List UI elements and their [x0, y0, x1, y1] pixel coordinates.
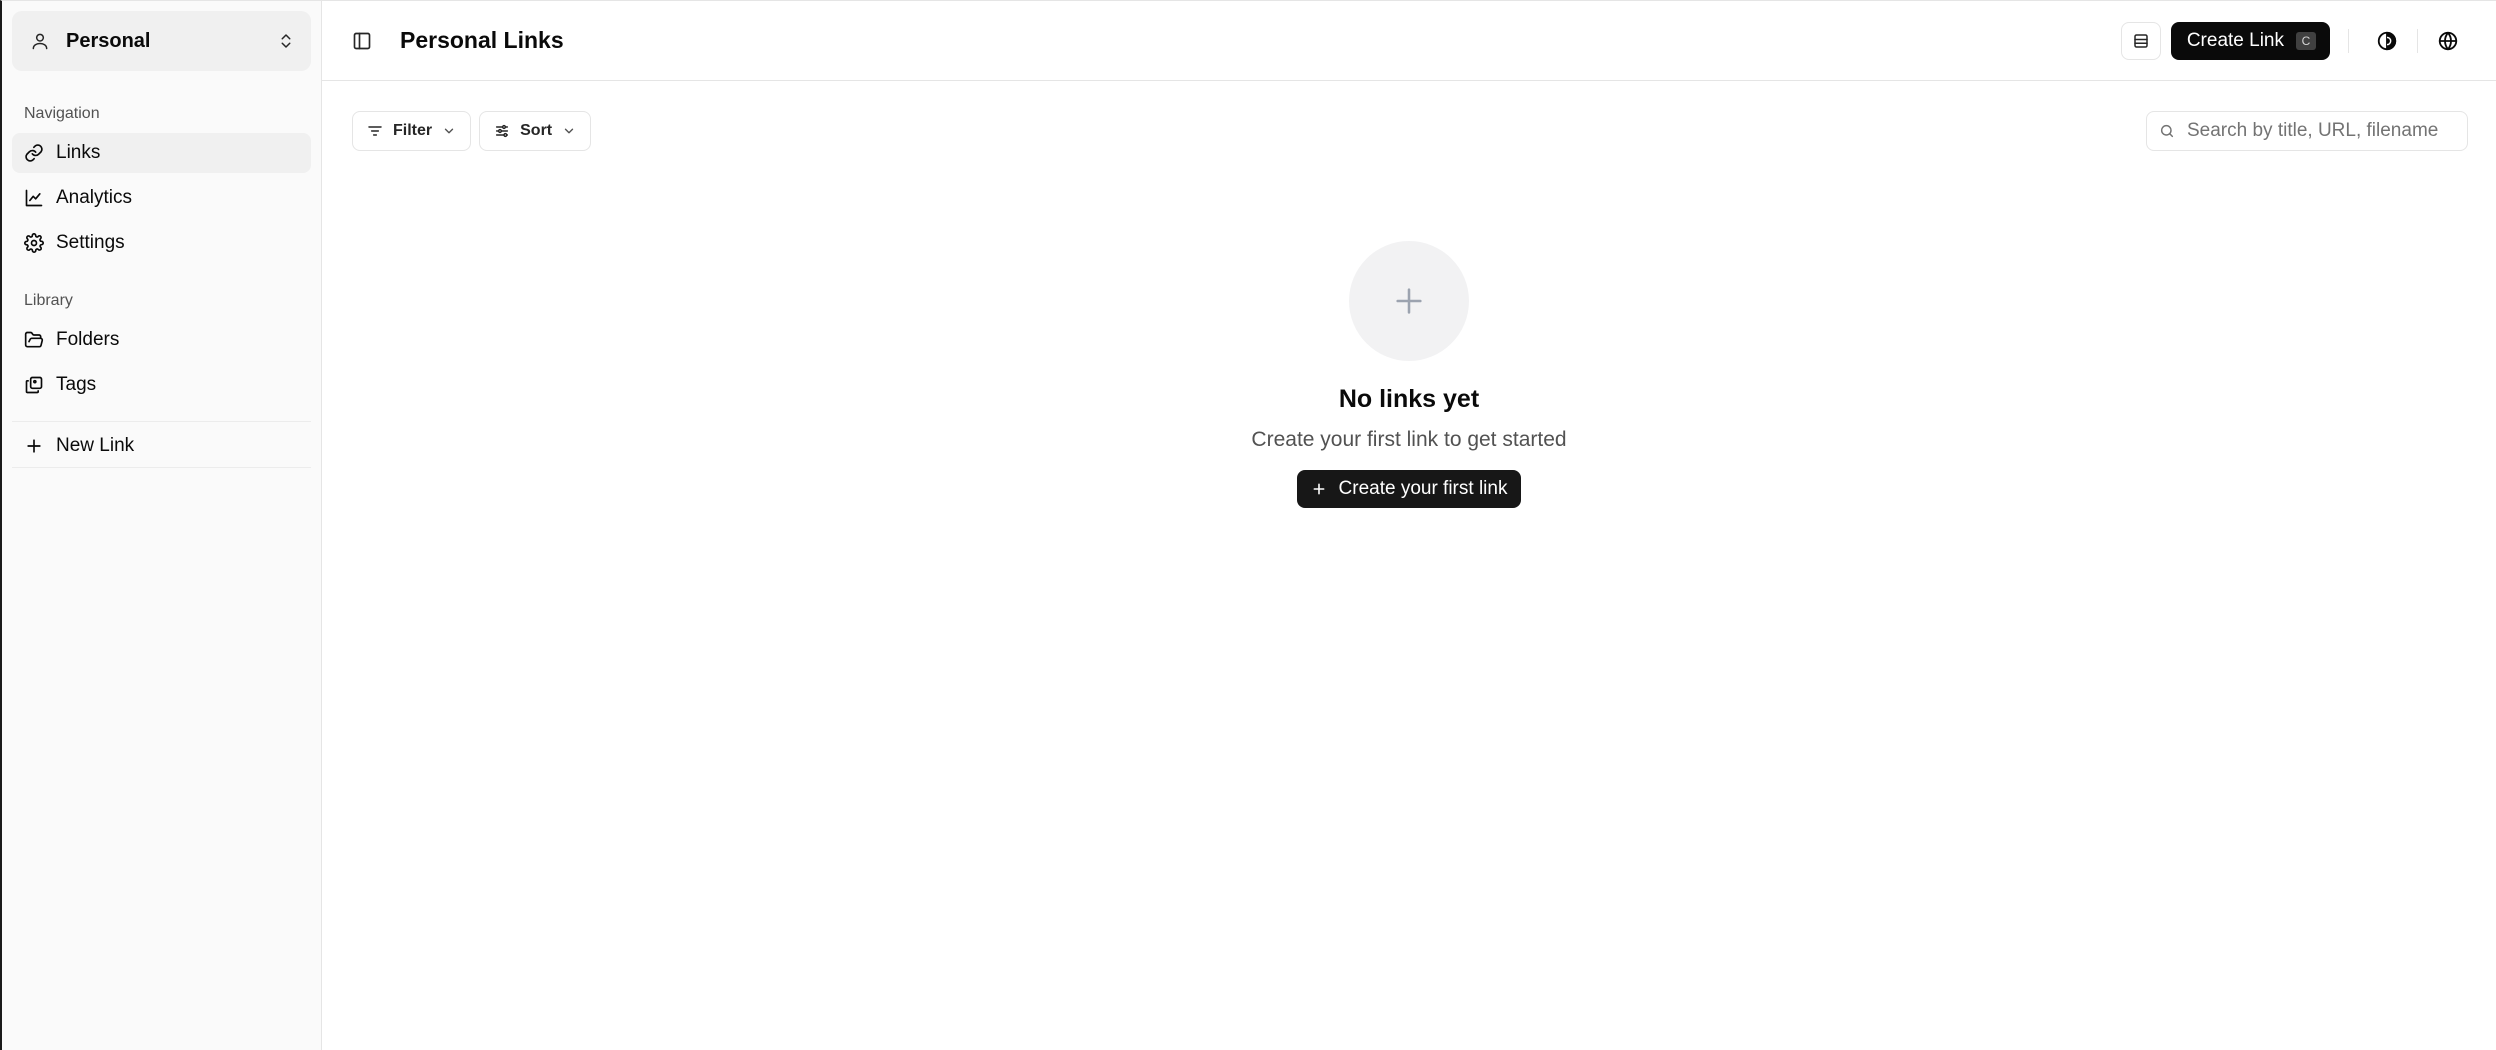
page-header: Personal Links Create Link C: [322, 1, 2496, 81]
sort-label: Sort: [520, 122, 553, 139]
create-link-label: Create Link: [2186, 29, 2284, 51]
keyboard-shortcut-badge: C: [2296, 31, 2316, 50]
link-icon: [24, 143, 44, 163]
sidebar-item-label: Links: [56, 142, 101, 163]
header-divider: [2348, 28, 2349, 53]
page-title: Personal Links: [400, 27, 564, 53]
user-icon: [30, 31, 50, 51]
view-toggle-button[interactable]: [2120, 21, 2161, 60]
sidebar-item-label: Folders: [56, 329, 120, 350]
navigation-group-label: Navigation: [24, 105, 100, 122]
search-box[interactable]: [2146, 111, 2468, 151]
search-input[interactable]: [2187, 120, 2455, 142]
sidebar-item-tags[interactable]: Tags: [12, 365, 311, 405]
empty-state: No links yet Create your first link to g…: [322, 241, 2496, 508]
sidebar-item-label: Analytics: [56, 187, 133, 208]
sidebar-item-label: Settings: [56, 232, 125, 253]
tags-icon: [24, 375, 44, 395]
filter-label: Filter: [393, 122, 433, 139]
new-link-button[interactable]: New Link: [12, 424, 311, 468]
chart-line-icon: [24, 188, 44, 208]
folder-open-icon: [24, 330, 44, 350]
sidebar-item-links[interactable]: Links: [12, 133, 311, 173]
sliders-icon: [494, 123, 510, 139]
empty-state-title: No links yet: [1338, 385, 1480, 413]
search-icon: [2159, 123, 2175, 139]
empty-state-illustration: [1349, 241, 1469, 361]
language-button[interactable]: [2428, 22, 2468, 60]
sidebar: Personal Navigation Links Analytics Sett…: [2, 1, 322, 1050]
new-link-label: New Link: [56, 434, 135, 456]
filter-toolbar: Filter Sort: [322, 81, 2496, 181]
library-group-label: Library: [24, 292, 73, 309]
header-divider: [2417, 28, 2418, 53]
sidebar-item-settings[interactable]: Settings: [12, 223, 311, 263]
empty-state-subtitle: Create your first link to get started: [1251, 428, 1567, 451]
plus-icon: [1311, 481, 1327, 497]
toggle-sidebar-button[interactable]: [352, 22, 372, 60]
sidebar-item-folders[interactable]: Folders: [12, 320, 311, 360]
globe-icon: [2437, 30, 2459, 52]
rows-icon: [2132, 32, 2150, 50]
plus-icon: [24, 436, 44, 456]
workspace-name: Personal: [66, 29, 151, 52]
app-window: Personal Navigation Links Analytics Sett…: [0, 0, 2496, 1050]
chevron-down-icon: [442, 124, 456, 138]
theme-toggle-button[interactable]: [2367, 22, 2407, 60]
sidebar-item-analytics[interactable]: Analytics: [12, 178, 311, 218]
filter-lines-icon: [367, 123, 383, 139]
chevron-down-icon: [562, 124, 576, 138]
create-link-button[interactable]: Create Link C: [2170, 21, 2330, 60]
sidebar-panel-icon: [352, 31, 372, 51]
gear-icon: [24, 233, 44, 253]
sort-button[interactable]: Sort: [479, 111, 592, 151]
contrast-icon: [2376, 30, 2398, 52]
plus-icon: [1392, 284, 1426, 318]
workspace-switcher[interactable]: Personal: [12, 11, 311, 71]
main-content: Personal Links Create Link C Filter Sort…: [322, 1, 2496, 1050]
filter-button[interactable]: Filter: [352, 111, 472, 151]
create-first-link-button[interactable]: Create your first link: [1296, 470, 1522, 508]
sidebar-item-label: Tags: [56, 374, 97, 395]
create-first-link-label: Create your first link: [1338, 478, 1508, 499]
chevrons-up-down-icon: [277, 31, 295, 51]
